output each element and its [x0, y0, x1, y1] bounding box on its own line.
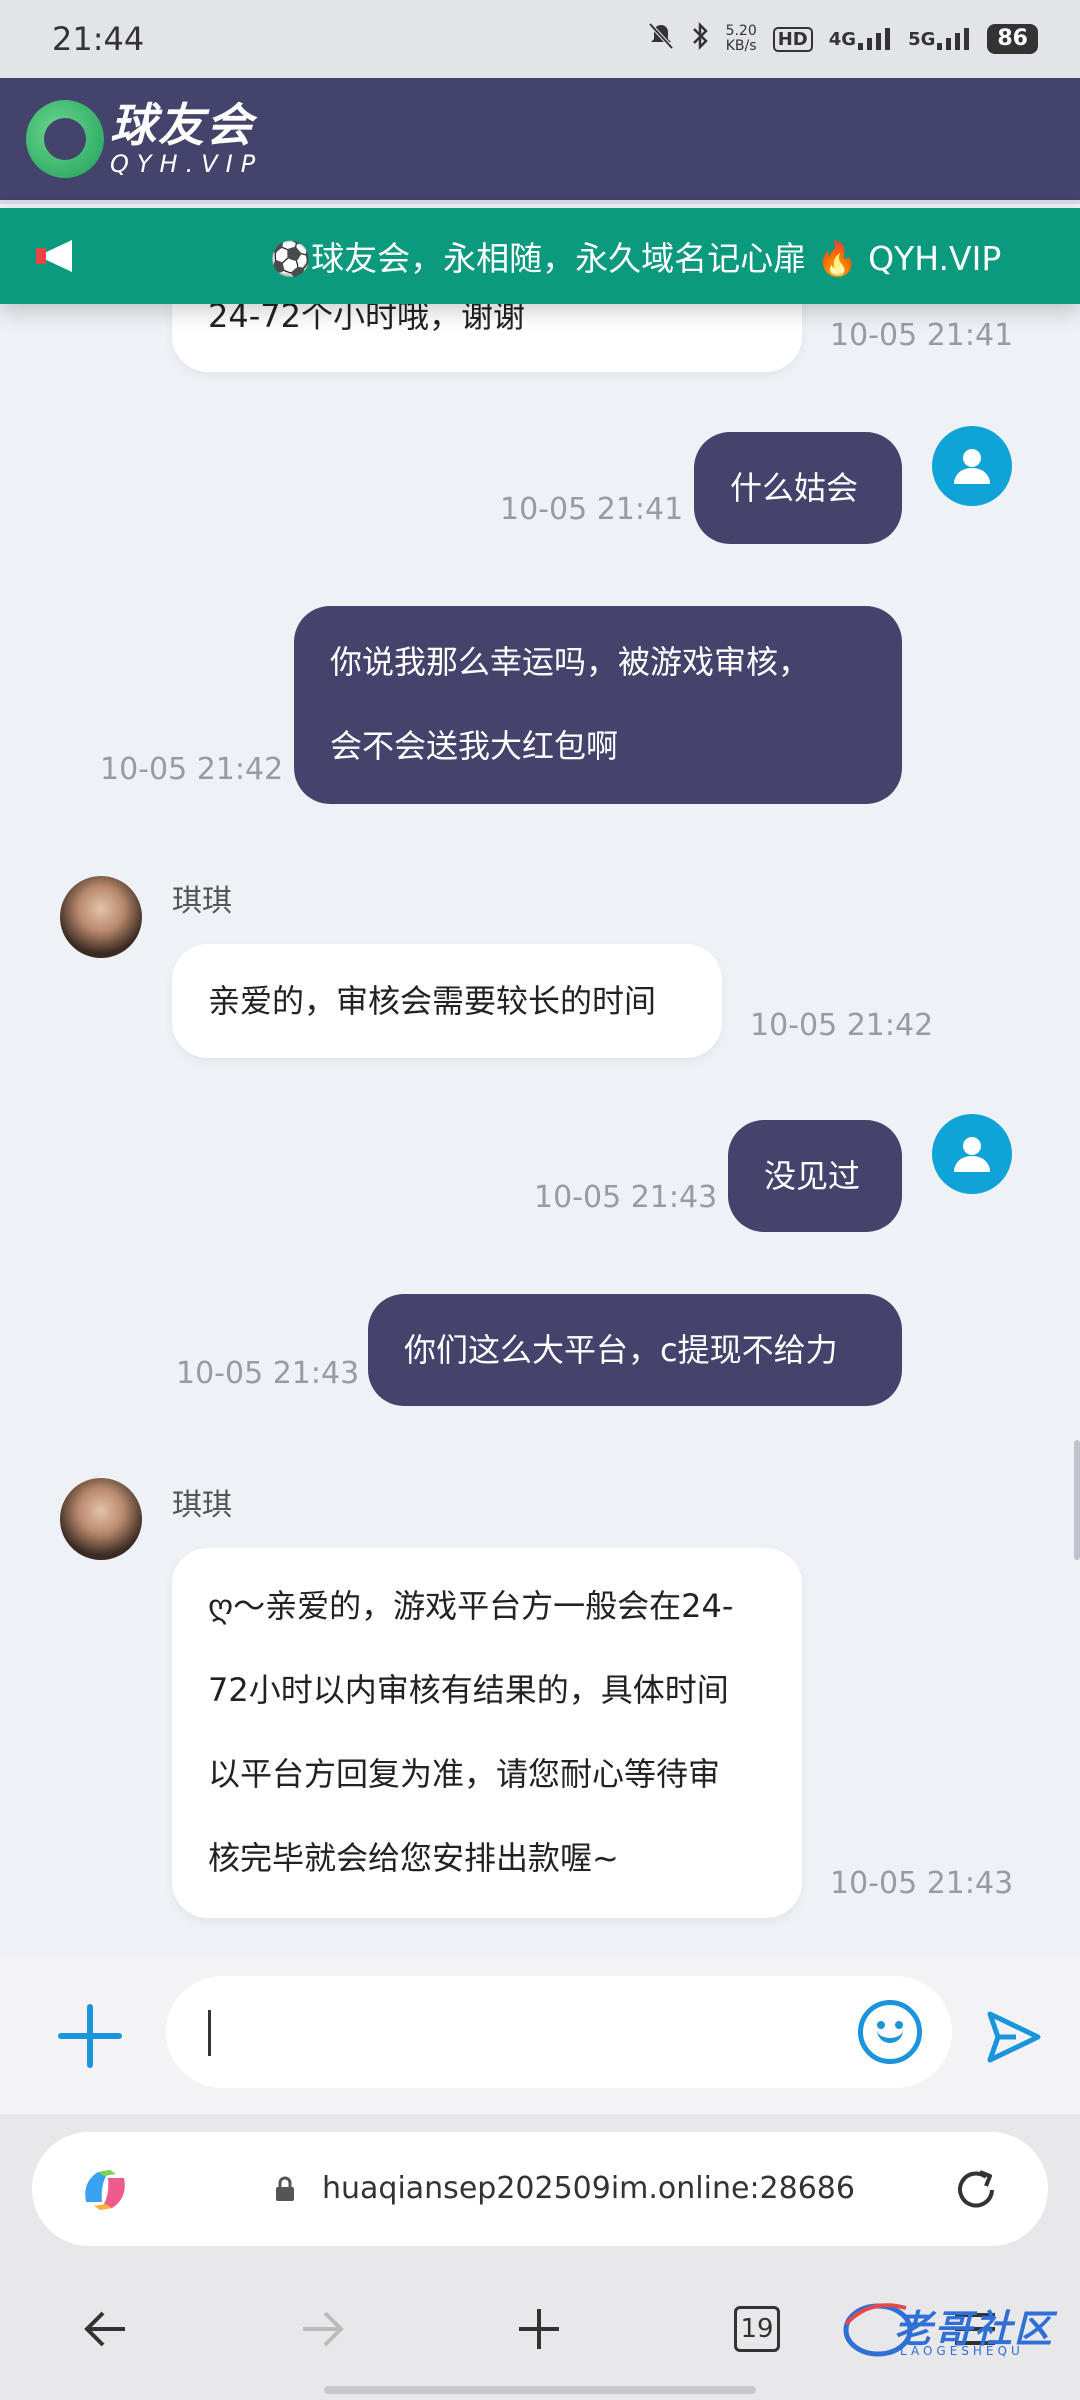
send-button[interactable]	[982, 2006, 1044, 2068]
signal-bars-icon	[858, 28, 891, 50]
user-avatar-icon	[954, 1137, 990, 1172]
tabs-button[interactable]: 19	[712, 2284, 802, 2374]
lock-icon	[274, 2176, 296, 2202]
tab-count: 19	[734, 2306, 780, 2352]
message-timestamp: 10-05 21:42	[750, 1008, 934, 1043]
agent-avatar	[60, 1478, 142, 1560]
user-avatar	[932, 1114, 1012, 1194]
home-indicator[interactable]	[324, 2386, 756, 2394]
signal-5g: 5G	[908, 28, 971, 50]
message-bubble-incoming: 24-72个小时哦，谢谢	[172, 304, 802, 372]
copilot-icon[interactable]	[76, 2162, 134, 2218]
message-timestamp: 10-05 21:43	[830, 1866, 1014, 1901]
megaphone-icon	[30, 226, 90, 286]
message-timestamp: 10-05 21:41	[500, 492, 684, 527]
address-bar[interactable]: huaqiansep202509im.online:28686	[32, 2132, 1048, 2246]
bluetooth-icon	[690, 21, 710, 56]
site-logo[interactable]: 球友会 QYH.VIP	[26, 100, 263, 178]
net-speed-value: 5.20	[725, 23, 757, 39]
logo-mark-icon	[26, 100, 104, 178]
status-bar: 21:44 5.20 KB/s HD 4G 5G 86	[0, 0, 1080, 78]
announcement-text: ⚽球友会，永相随，永久域名记心扉 🔥 QYH.VIP	[270, 239, 1002, 278]
net-speed-unit: KB/s	[725, 38, 757, 54]
signal-bars-icon	[937, 28, 970, 50]
message-text-line: 72小时以内审核有结果的，具体时间	[208, 1671, 729, 1709]
send-icon	[987, 2011, 1041, 2063]
status-icons: 5.20 KB/s HD 4G 5G 86	[648, 21, 1038, 56]
message-text-line: 你说我那么幸运吗，被游戏审核，	[330, 643, 811, 681]
brand-header: 球友会 QYH.VIP	[0, 78, 1080, 204]
agent-avatar	[60, 876, 142, 958]
sender-name: 琪琪	[172, 1488, 232, 1523]
message-bubble-outgoing: 你说我那么幸运吗，被游戏审核， 会不会送我大红包啊	[294, 606, 902, 804]
chat-scrollbar[interactable]	[1074, 1440, 1080, 1560]
message-text: 没见过	[764, 1157, 861, 1195]
message-bubble-outgoing: 你们这么大平台，c提现不给力	[368, 1294, 902, 1406]
logo-name-en: QYH.VIP	[110, 150, 264, 178]
reload-icon[interactable]	[950, 2164, 1002, 2216]
watermark-logo: 老哥社区 LAOGESHEQU	[840, 2290, 1070, 2370]
forward-button[interactable]	[278, 2284, 368, 2374]
message-text-line: 会不会送我大红包啊	[330, 727, 619, 765]
message-text: 你们这么大平台，c提现不给力	[404, 1331, 838, 1369]
attach-plus-button[interactable]	[58, 2004, 122, 2068]
message-text: 亲爱的，审核会需要较长的时间	[208, 982, 657, 1020]
watermark-subtext: LAOGESHEQU	[900, 2344, 1024, 2358]
chat-message-list[interactable]: 24-72个小时哦，谢谢 10-05 21:41 10-05 21:41 什么姑…	[0, 304, 1080, 1956]
message-text: 什么姑会	[730, 469, 859, 507]
user-avatar	[932, 426, 1012, 506]
message-composer	[0, 1956, 1080, 2114]
message-timestamp: 10-05 21:42	[100, 752, 284, 787]
signal-5g-label: 5G	[908, 29, 936, 50]
status-time: 21:44	[52, 20, 145, 58]
plus-icon	[519, 2309, 559, 2349]
back-arrow-icon	[84, 2311, 125, 2347]
user-avatar-icon	[954, 449, 990, 484]
forward-arrow-icon	[303, 2311, 344, 2347]
message-timestamp: 10-05 21:43	[534, 1180, 718, 1215]
message-text-line: 以平台方回复为准，请您耐心等待审	[208, 1755, 721, 1793]
battery-indicator: 86	[987, 24, 1038, 54]
message-timestamp: 10-05 21:41	[830, 318, 1014, 353]
back-button[interactable]	[60, 2284, 150, 2374]
url-text: huaqiansep202509im.online:28686	[322, 2171, 855, 2206]
logo-text: 球友会 QYH.VIP	[110, 102, 263, 176]
message-input[interactable]	[166, 1976, 952, 2088]
emoji-button[interactable]	[858, 2000, 922, 2064]
signal-4g-label: 4G	[828, 29, 857, 50]
hd-icon: HD	[772, 26, 813, 52]
message-bubble-outgoing: 什么姑会	[694, 432, 902, 544]
signal-4g: 4G	[829, 28, 892, 50]
net-speed: 5.20 KB/s	[726, 24, 757, 54]
message-timestamp: 10-05 21:43	[176, 1356, 360, 1391]
logo-name-cn: 球友会	[110, 98, 254, 152]
announcement-bar: ⚽球友会，永相随，永久域名记心扉 🔥 QYH.VIP	[0, 208, 1080, 304]
message-bubble-incoming: 亲爱的，审核会需要较长的时间	[172, 944, 722, 1058]
sender-name: 琪琪	[172, 884, 232, 919]
text-caret	[208, 2010, 211, 2056]
message-text-line: ღ～亲爱的，游戏平台方一般会在24-	[208, 1587, 734, 1625]
message-text-line: 核完毕就会给您安排出款喔~	[208, 1839, 619, 1877]
message-bubble-outgoing: 没见过	[728, 1120, 902, 1232]
message-text: 24-72个小时哦，谢谢	[208, 304, 525, 335]
new-tab-button[interactable]	[494, 2284, 584, 2374]
message-bubble-incoming: ღ～亲爱的，游戏平台方一般会在24- 72小时以内审核有结果的，具体时间 以平台…	[172, 1548, 802, 1918]
mute-icon	[648, 22, 674, 56]
